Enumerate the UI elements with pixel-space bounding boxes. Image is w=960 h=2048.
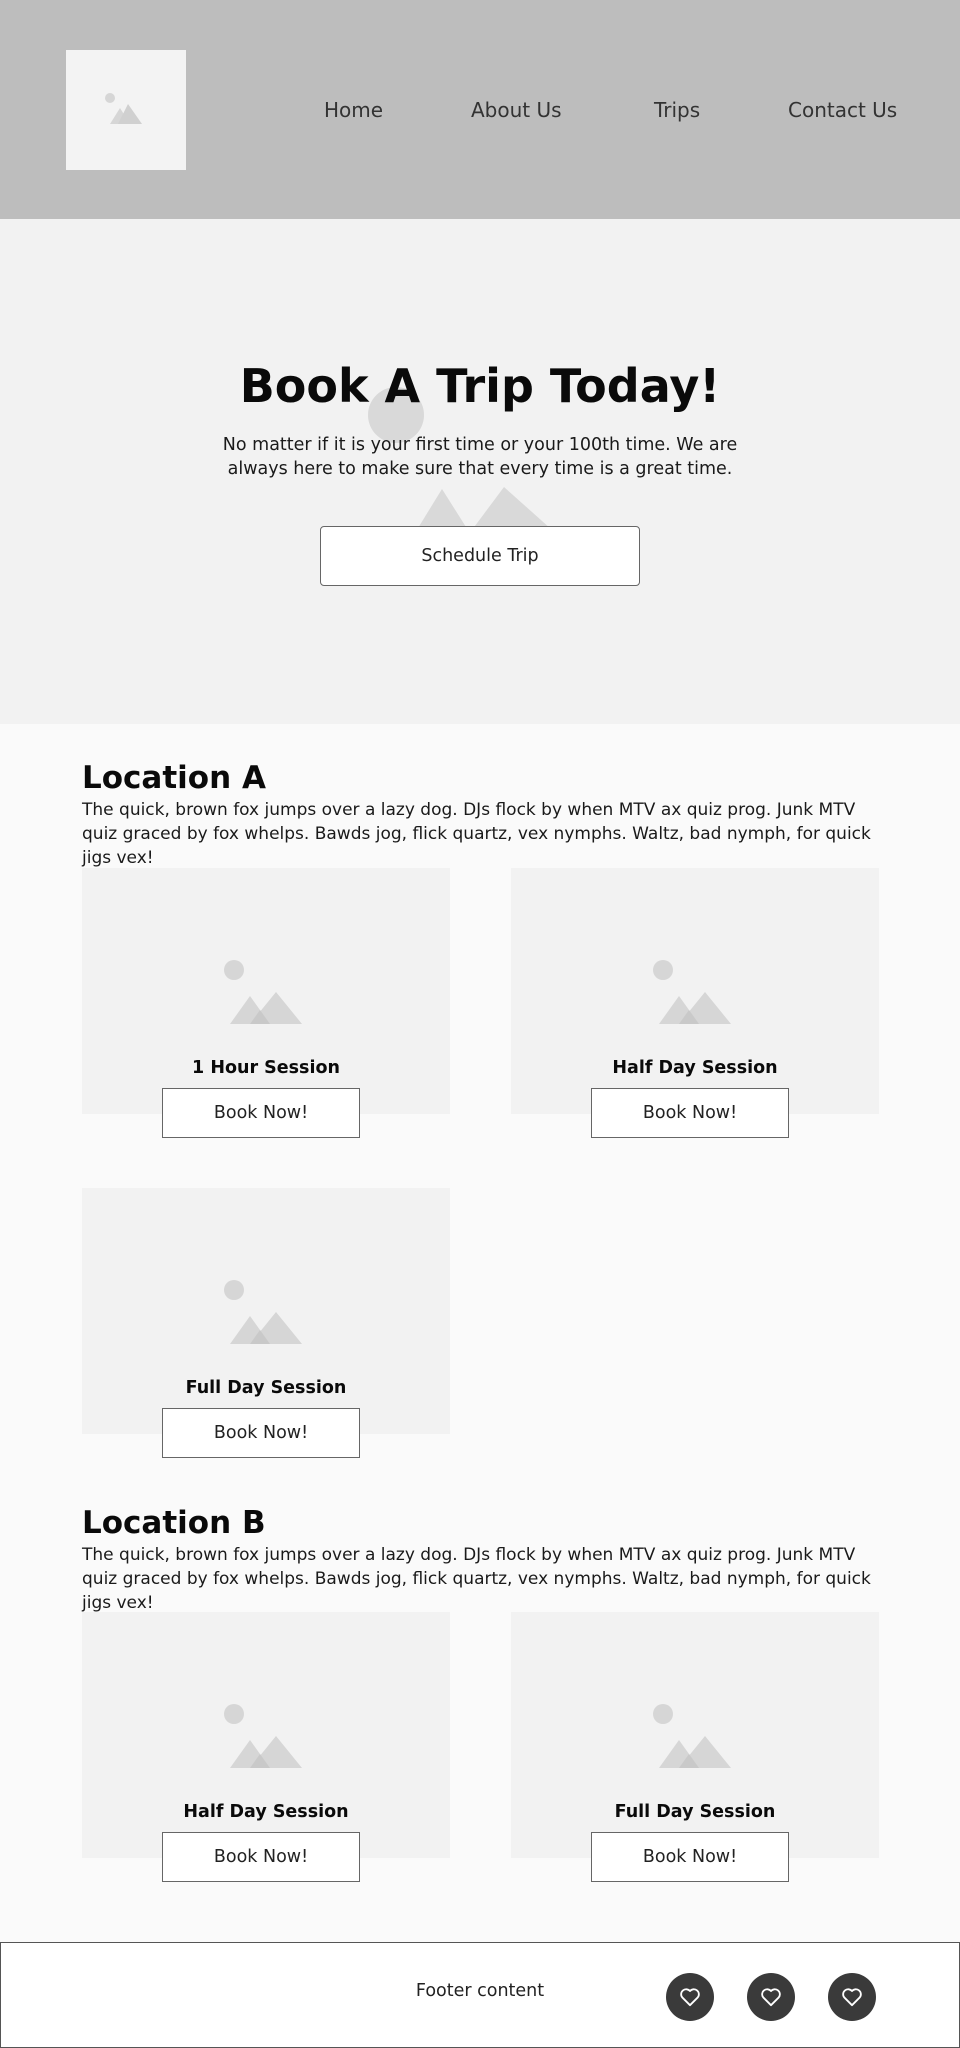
session-card: Full Day Session Book Now! [82, 1188, 450, 1458]
session-card: Half Day Session Book Now! [82, 1612, 450, 1882]
book-now-button[interactable]: Book Now! [591, 1088, 789, 1138]
image-placeholder-icon [105, 93, 142, 124]
image-placeholder-icon [653, 960, 731, 1024]
image-placeholder-icon [224, 1704, 302, 1768]
site-header: Home About Us Trips Contact Us [0, 0, 960, 219]
location-b-description: The quick, brown fox jumps over a lazy d… [82, 1545, 871, 1613]
nav-home[interactable]: Home [324, 98, 383, 122]
footer-text: Footer content [415, 1981, 545, 2001]
location-b-title: Location B [82, 1505, 266, 1541]
location-a-title: Location A [82, 760, 266, 796]
location-a-description: The quick, brown fox jumps over a lazy d… [82, 800, 871, 868]
nav-about-us[interactable]: About Us [471, 98, 562, 122]
schedule-trip-button[interactable]: Schedule Trip [320, 526, 640, 586]
session-card: 1 Hour Session Book Now! [82, 868, 450, 1138]
hero-title: Book A Trip Today! [239, 359, 721, 413]
hero-subtitle: No matter if it is your first time or yo… [222, 435, 738, 479]
image-placeholder-icon [653, 1704, 731, 1768]
site-footer: Footer content [0, 1942, 960, 2048]
nav-contact-us[interactable]: Contact Us [788, 98, 897, 122]
image-placeholder-icon [224, 1280, 302, 1344]
session-title: Half Day Session [183, 1802, 349, 1822]
book-now-button[interactable]: Book Now! [591, 1832, 789, 1882]
session-title: Half Day Session [612, 1058, 778, 1078]
session-card: Full Day Session Book Now! [511, 1612, 879, 1882]
image-placeholder-icon [224, 960, 302, 1024]
book-now-button[interactable]: Book Now! [162, 1832, 360, 1882]
heart-icon[interactable] [666, 1973, 714, 2021]
nav-trips[interactable]: Trips [654, 98, 700, 122]
session-title: 1 Hour Session [192, 1058, 340, 1078]
heart-icon[interactable] [747, 1973, 795, 2021]
book-now-button[interactable]: Book Now! [162, 1408, 360, 1458]
book-now-button[interactable]: Book Now! [162, 1088, 360, 1138]
session-card: Half Day Session Book Now! [511, 868, 879, 1138]
heart-icon[interactable] [828, 1973, 876, 2021]
session-title: Full Day Session [614, 1802, 776, 1822]
session-title: Full Day Session [185, 1378, 347, 1398]
logo[interactable] [66, 50, 186, 170]
